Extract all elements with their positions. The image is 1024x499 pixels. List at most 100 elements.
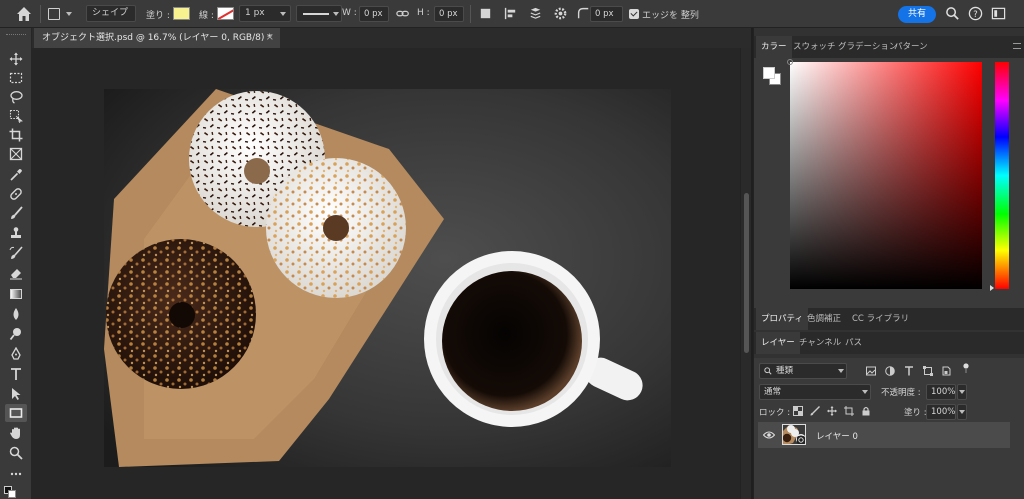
blur-tool-icon[interactable]	[5, 305, 27, 323]
foreground-color-swatch[interactable]	[763, 67, 775, 79]
stroke-width-field[interactable]: 1 px	[239, 5, 291, 22]
rectangle-tool-icon[interactable]	[5, 404, 27, 422]
tab-adjustments[interactable]: 色調補正	[802, 308, 846, 330]
fill-field[interactable]: 100%	[926, 404, 956, 420]
fill-slider-toggle[interactable]	[957, 404, 967, 420]
shape-mode-dropdown[interactable]: シェイプ	[86, 5, 136, 22]
hue-slider[interactable]	[995, 62, 1009, 289]
stroke-width-value: 1 px	[245, 8, 265, 18]
frame-tool-icon[interactable]	[5, 145, 27, 163]
color-panel	[754, 58, 1024, 316]
more-tools-icon[interactable]	[5, 465, 27, 483]
height-label: H :	[417, 8, 430, 18]
width-field[interactable]: 0 px	[359, 6, 389, 22]
tab-cc-libraries-label: CC ライブラリ	[852, 314, 910, 324]
eye-icon[interactable]	[762, 430, 776, 440]
document-tab-bar: オブジェクト選択.psd @ 16.7% (レイヤー 0, RGB/8) * ×	[32, 28, 751, 48]
link-icon[interactable]	[396, 7, 412, 23]
fill-label: 塗り :	[146, 11, 170, 21]
marquee-tool-icon[interactable]	[5, 69, 27, 87]
tab-channels[interactable]: チャンネル	[794, 332, 846, 354]
stroke-label: 線 :	[199, 11, 214, 21]
opacity-field[interactable]: 100%	[926, 384, 956, 400]
blend-mode-dropdown[interactable]: 通常	[759, 384, 871, 400]
share-button[interactable]: 共有	[898, 6, 936, 23]
hand-tool-icon[interactable]	[5, 424, 27, 442]
tab-swatches-label: スウォッチ	[793, 42, 836, 52]
smart-object-filter-icon[interactable]	[941, 366, 951, 376]
path-alignment-icon[interactable]	[503, 6, 519, 22]
path-arrangement-icon[interactable]	[528, 6, 544, 22]
document-tab[interactable]: オブジェクト選択.psd @ 16.7% (レイヤー 0, RGB/8) * ×	[34, 28, 280, 48]
layer-row[interactable]: レイヤー 0	[758, 422, 1010, 448]
corner-radius-value: 0 px	[595, 9, 614, 19]
zoom-tool-icon[interactable]	[5, 444, 27, 462]
eraser-tool-icon[interactable]	[5, 264, 27, 282]
vertical-scrollbar[interactable]	[740, 48, 751, 499]
clone-stamp-tool-icon[interactable]	[5, 224, 27, 242]
close-icon[interactable]: ×	[266, 28, 274, 48]
spot-healing-brush-tool-icon[interactable]	[5, 185, 27, 203]
foreground-background-swatches[interactable]	[762, 66, 784, 88]
height-field[interactable]: 0 px	[434, 6, 464, 22]
tab-patterns[interactable]: パターン	[889, 36, 933, 58]
panel-grip[interactable]	[6, 34, 26, 37]
saturation-brightness-field[interactable]	[787, 59, 982, 289]
svg-text:?: ?	[973, 9, 977, 19]
opacity-slider-toggle[interactable]	[957, 384, 967, 400]
gear-icon[interactable]	[553, 6, 569, 22]
lasso-tool-icon[interactable]	[5, 88, 27, 106]
tab-paths[interactable]: パス	[840, 332, 867, 354]
lock-position-icon[interactable]	[827, 406, 837, 416]
adjustment-layer-filter-icon[interactable]	[885, 366, 895, 376]
hue-slider-handle[interactable]	[990, 285, 994, 291]
height-value: 0 px	[439, 9, 458, 19]
gradient-tool-icon[interactable]	[5, 285, 27, 303]
chevron-down-icon	[959, 410, 965, 414]
path-operations-icon[interactable]	[478, 6, 494, 22]
lock-artboard-icon[interactable]	[844, 406, 854, 416]
properties-panel-tabs: プロパティ 色調補正 CC ライブラリ	[754, 308, 1024, 330]
tab-cc-libraries[interactable]: CC ライブラリ	[847, 308, 914, 330]
type-tool-icon[interactable]	[5, 365, 27, 383]
move-tool-icon[interactable]	[5, 50, 27, 68]
filter-toggle-icon[interactable]	[961, 363, 971, 373]
color-picker-marker[interactable]	[787, 59, 793, 65]
opacity-label: 不透明度 :	[881, 388, 921, 398]
shape-layer-filter-icon[interactable]	[923, 366, 933, 376]
object-selection-tool-icon[interactable]	[5, 107, 27, 125]
type-layer-filter-icon[interactable]	[904, 366, 914, 376]
lock-image-pixels-icon[interactable]	[810, 406, 820, 416]
tools-panel	[0, 28, 32, 499]
search-icon[interactable]	[945, 6, 961, 22]
stroke-color-swatch[interactable]	[217, 7, 234, 20]
blend-mode-value: 通常	[764, 387, 782, 397]
fill-color-swatch[interactable]	[173, 7, 190, 20]
dodge-tool-icon[interactable]	[5, 325, 27, 343]
stroke-type-dropdown[interactable]	[296, 5, 342, 22]
tab-properties[interactable]: プロパティ	[756, 308, 808, 330]
panel-menu-icon[interactable]	[1013, 43, 1021, 49]
corner-radius-field[interactable]: 0 px	[590, 6, 623, 22]
share-label: 共有	[907, 9, 926, 19]
document-image[interactable]	[104, 89, 671, 467]
align-edges-checkbox[interactable]	[629, 9, 639, 19]
layer-filter-dropdown[interactable]: 種類	[759, 363, 847, 379]
pen-tool-icon[interactable]	[5, 345, 27, 363]
brush-tool-icon[interactable]	[5, 204, 27, 222]
chevron-down-icon	[959, 390, 965, 394]
lock-all-icon[interactable]	[861, 406, 871, 416]
home-icon[interactable]	[14, 4, 34, 24]
workspace-icon[interactable]	[991, 6, 1007, 22]
help-icon[interactable]: ?	[968, 6, 984, 22]
path-selection-tool-icon[interactable]	[5, 385, 27, 403]
crop-tool-icon[interactable]	[5, 126, 27, 144]
default-colors-icon[interactable]	[4, 486, 18, 498]
tool-preset-picker[interactable]	[46, 5, 76, 23]
history-brush-tool-icon[interactable]	[5, 244, 27, 262]
lock-transparent-icon[interactable]	[793, 406, 803, 416]
scrollbar-thumb[interactable]	[744, 193, 749, 353]
tab-color[interactable]: カラー	[756, 36, 792, 58]
eyedropper-tool-icon[interactable]	[5, 166, 27, 184]
pixel-layer-filter-icon[interactable]	[866, 366, 876, 376]
